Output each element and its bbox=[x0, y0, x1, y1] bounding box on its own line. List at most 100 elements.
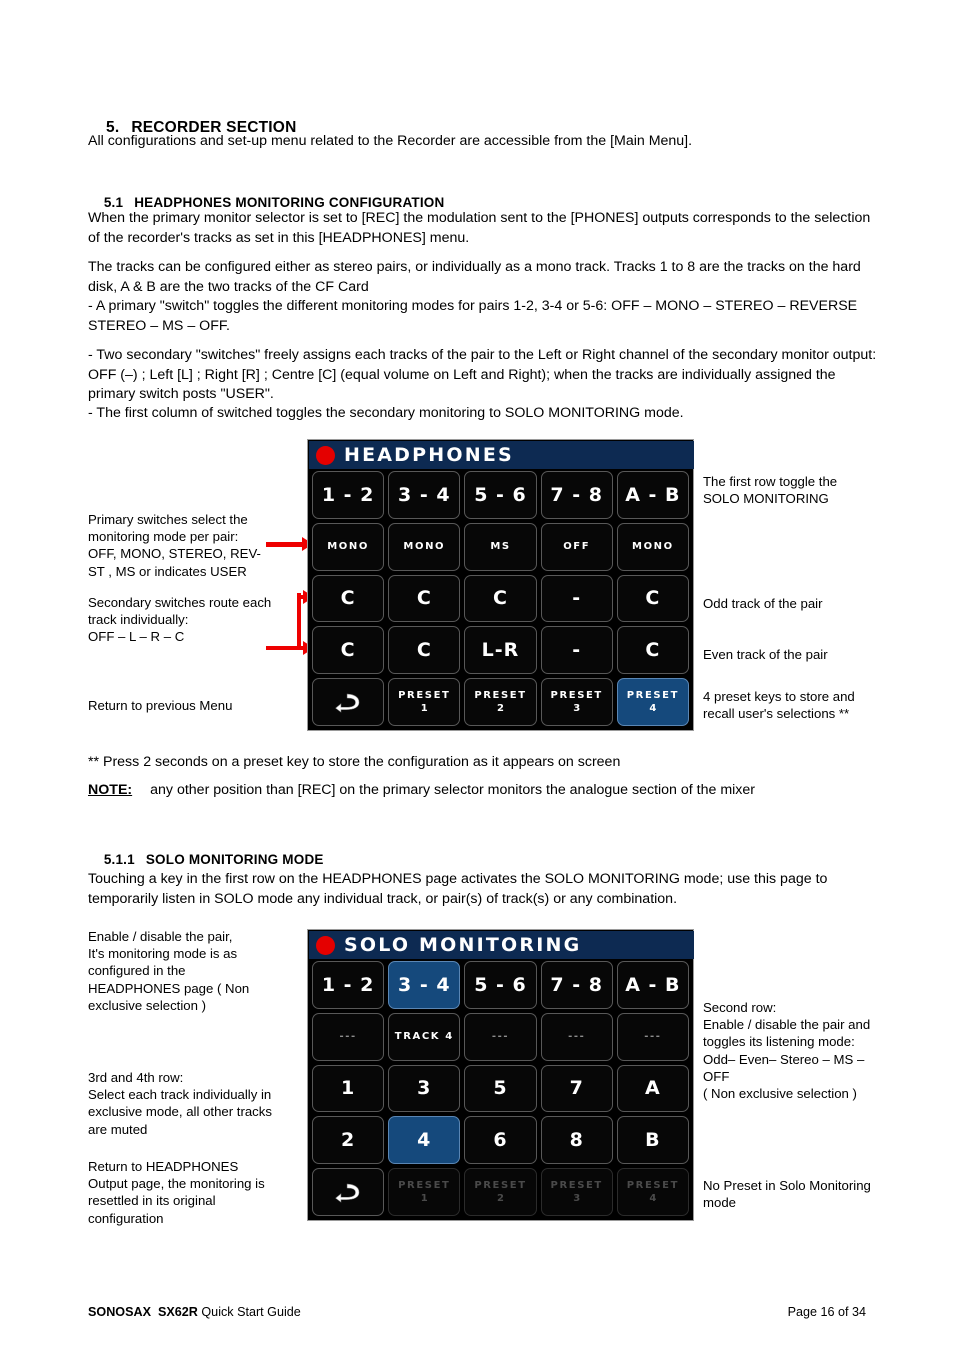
bracket-vertical-secondary bbox=[297, 593, 301, 650]
key-label: C bbox=[645, 639, 661, 662]
key-label: 6 bbox=[493, 1129, 508, 1152]
headphones-odd-track-row-key-5[interactable]: C bbox=[616, 574, 689, 623]
key-label: 5 - 6 bbox=[474, 973, 527, 996]
paragraph-secondary-switch: - Two secondary "switches" freely assign… bbox=[88, 347, 877, 402]
headphones-primary-switch-row-key-1[interactable]: MONO bbox=[312, 522, 385, 571]
key-label: A - B bbox=[625, 973, 681, 996]
solo-preset-row-key-3[interactable]: PRESET 2 bbox=[464, 1168, 537, 1216]
annotation-return-previous-menu: Return to previous Menu bbox=[88, 698, 233, 713]
preset-label: PRESET bbox=[550, 690, 603, 702]
key-label: 3 - 4 bbox=[398, 973, 451, 996]
arrow-line-primary bbox=[266, 542, 302, 547]
headphones-pair-row-key-3[interactable]: 5 - 6 bbox=[464, 471, 537, 519]
headphones-primary-switch-row-key-2[interactable]: MONO bbox=[388, 522, 461, 571]
key-label: 1 - 2 bbox=[321, 973, 375, 996]
headphones-odd-track-row-key-3[interactable]: C bbox=[464, 574, 537, 623]
solo-pair-row-key-5[interactable]: A - B bbox=[616, 961, 689, 1009]
key-label: A - B bbox=[625, 483, 681, 506]
preset-label: PRESET bbox=[626, 690, 680, 702]
return-arrow-icon bbox=[335, 1183, 360, 1203]
key-label: - bbox=[572, 639, 582, 662]
headphones-preset-row-key-2[interactable]: PRESET 1 bbox=[388, 678, 461, 726]
key-label: MS bbox=[490, 541, 511, 553]
headphones-preset-row-key-5[interactable]: PRESET 4 bbox=[616, 678, 689, 726]
headphones-even-track-row-key-3[interactable]: L-R bbox=[464, 626, 537, 675]
headphones-primary-switch-row-key-4[interactable]: OFF bbox=[540, 522, 613, 571]
key-label: 5 - 6 bbox=[474, 483, 527, 506]
headphones-screen-title: HEADPHONES bbox=[344, 443, 514, 466]
solo-key-grid: 1 - 2 3 - 4 5 - 6 7 - 8 A - B --- TRACK 4 --- --… bbox=[312, 961, 689, 1216]
solo-mode-row-key-5[interactable]: --- bbox=[616, 1012, 689, 1061]
solo-pair-row-key-1[interactable]: 1 - 2 bbox=[312, 961, 385, 1009]
headphones-even-track-row-key-5[interactable]: C bbox=[616, 626, 689, 675]
solo-preset-row-key-4[interactable]: PRESET 3 bbox=[540, 1168, 613, 1216]
preset-number: 3 bbox=[573, 1193, 581, 1205]
key-label: 7 - 8 bbox=[550, 483, 603, 506]
key-label: 3 - 4 bbox=[398, 483, 451, 506]
solo-odd-track-row-key-5[interactable]: A bbox=[616, 1064, 689, 1113]
preset-label: PRESET bbox=[550, 1180, 603, 1192]
headphones-odd-track-row-key-1[interactable]: C bbox=[312, 574, 385, 623]
solo-screen-header: SOLO MONITORING bbox=[309, 931, 694, 959]
annotation-even-track: Even track of the pair bbox=[703, 647, 828, 662]
headphones-even-track-row-key-4[interactable]: - bbox=[540, 626, 613, 675]
key-label: 4 bbox=[417, 1129, 432, 1152]
headphones-odd-track-row-key-2[interactable]: C bbox=[388, 574, 461, 623]
annotation-secondary-switches: Secondary switches route each track indi… bbox=[88, 595, 272, 645]
solo-pair-row-key-4[interactable]: 7 - 8 bbox=[540, 961, 613, 1009]
solo-odd-track-row-key-2[interactable]: 3 bbox=[388, 1064, 461, 1113]
key-label: 1 - 2 bbox=[321, 483, 375, 506]
annotation-solo-second-row: Second row: Enable / disable the pair an… bbox=[703, 1000, 871, 1102]
solo-mode-row-key-4[interactable]: --- bbox=[540, 1012, 613, 1061]
annotation-primary-switches: Primary switches select the monitoring m… bbox=[88, 512, 261, 579]
key-label: C bbox=[416, 639, 432, 662]
key-label: 1 bbox=[340, 1077, 356, 1100]
headphones-pair-row-key-5[interactable]: A - B bbox=[616, 471, 689, 519]
key-label: MONO bbox=[327, 541, 369, 553]
headphones-pair-row-key-2[interactable]: 3 - 4 bbox=[388, 471, 461, 519]
note-text: any other position than [REC] on the pri… bbox=[150, 782, 756, 798]
solo-preset-row-key-2[interactable]: PRESET 1 bbox=[388, 1168, 461, 1216]
key-label: 5 bbox=[493, 1077, 508, 1100]
solo-even-track-row-key-1[interactable]: 2 bbox=[312, 1116, 385, 1165]
solo-odd-track-row-key-3[interactable]: 5 bbox=[464, 1064, 537, 1113]
headphones-pair-row-key-4[interactable]: 7 - 8 bbox=[540, 471, 613, 519]
solo-mode-row-key-3[interactable]: --- bbox=[464, 1012, 537, 1061]
preset-label: PRESET bbox=[398, 690, 451, 702]
headphones-pair-row-key-1[interactable]: 1 - 2 bbox=[312, 471, 385, 519]
page-footer: SONOSAX SX62R Quick Start Guide Page 16 o… bbox=[88, 1305, 866, 1319]
key-label: --- bbox=[491, 1031, 510, 1043]
key-label: C bbox=[645, 587, 661, 610]
annotation-solo-rows-3-4: 3rd and 4th row: Select each track indiv… bbox=[88, 1070, 272, 1137]
preset-number: 2 bbox=[497, 1193, 504, 1205]
solo-even-track-row-key-3[interactable]: 6 bbox=[464, 1116, 537, 1165]
headphones-odd-track-row-key-4[interactable]: - bbox=[540, 574, 613, 623]
key-label: --- bbox=[339, 1031, 357, 1043]
key-label: MONO bbox=[403, 541, 446, 553]
key-label: 7 bbox=[569, 1077, 584, 1100]
headphones-even-track-row-key-2[interactable]: C bbox=[388, 626, 461, 675]
headphones-primary-switch-row-key-3[interactable]: MS bbox=[464, 522, 537, 571]
paragraph-primary-monitor: When the primary monitor selector is set… bbox=[88, 210, 871, 246]
solo-mode-row-key-1[interactable]: --- bbox=[312, 1012, 385, 1061]
solo-pair-row-key-2[interactable]: 3 - 4 bbox=[388, 961, 461, 1009]
headphones-preset-row-key-1[interactable] bbox=[312, 678, 385, 726]
solo-even-track-row-key-2[interactable]: 4 bbox=[388, 1116, 461, 1165]
headphones-even-track-row-key-1[interactable]: C bbox=[312, 626, 385, 675]
headphones-preset-row-key-4[interactable]: PRESET 3 bbox=[540, 678, 613, 726]
solo-odd-track-row-key-1[interactable]: 1 bbox=[312, 1064, 385, 1113]
solo-mode-row-key-2[interactable]: TRACK 4 bbox=[388, 1012, 461, 1061]
annotation-solo-no-preset: No Preset in Solo Monitoring mode bbox=[703, 1178, 871, 1211]
solo-odd-track-row-key-4[interactable]: 7 bbox=[540, 1064, 613, 1113]
solo-pair-row-key-3[interactable]: 5 - 6 bbox=[464, 961, 537, 1009]
solo-preset-row-key-5[interactable]: PRESET 4 bbox=[616, 1168, 689, 1216]
headphones-preset-row-key-3[interactable]: PRESET 2 bbox=[464, 678, 537, 726]
solo-even-track-row-key-4[interactable]: 8 bbox=[540, 1116, 613, 1165]
solo-even-track-row-key-5[interactable]: B bbox=[616, 1116, 689, 1165]
arrow-line-even-h bbox=[266, 646, 305, 650]
footer-brand: SONOSAX bbox=[88, 1305, 151, 1319]
solo-preset-row-key-1[interactable] bbox=[312, 1168, 385, 1216]
paragraph-first-column: - The first column of switched toggles t… bbox=[88, 405, 684, 421]
headphones-primary-switch-row-key-5[interactable]: MONO bbox=[616, 522, 689, 571]
footer-model: SX62R bbox=[157, 1305, 198, 1319]
